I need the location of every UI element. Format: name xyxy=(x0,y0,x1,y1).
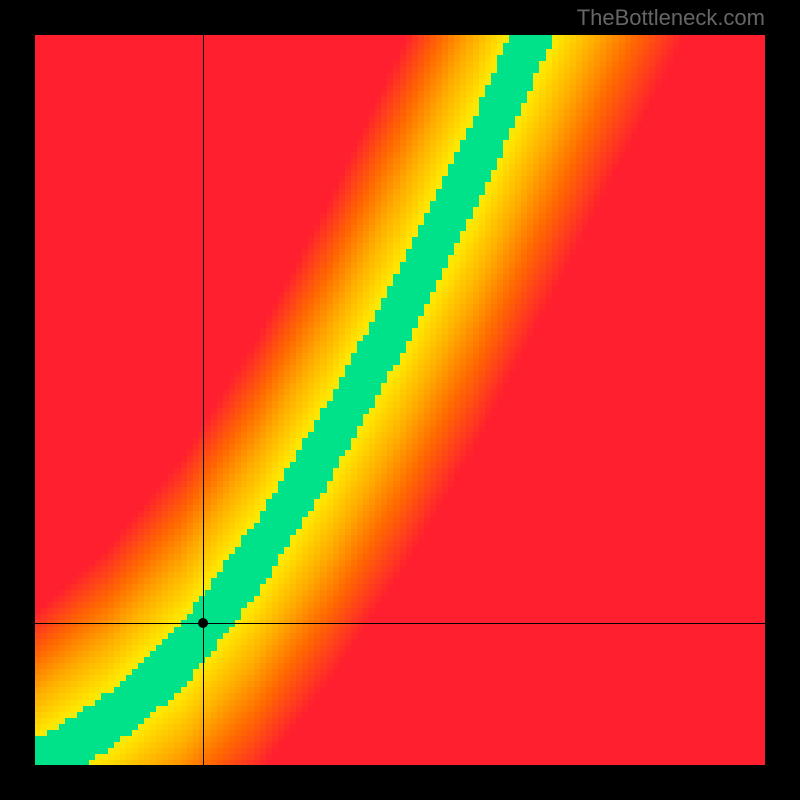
crosshair-horizontal xyxy=(35,623,765,624)
watermark-text: TheBottleneck.com xyxy=(577,5,765,31)
marker-point xyxy=(198,618,208,628)
crosshair-vertical xyxy=(203,35,204,765)
heatmap-canvas xyxy=(35,35,765,765)
chart-frame: TheBottleneck.com xyxy=(0,0,800,800)
heatmap-plot xyxy=(35,35,765,765)
